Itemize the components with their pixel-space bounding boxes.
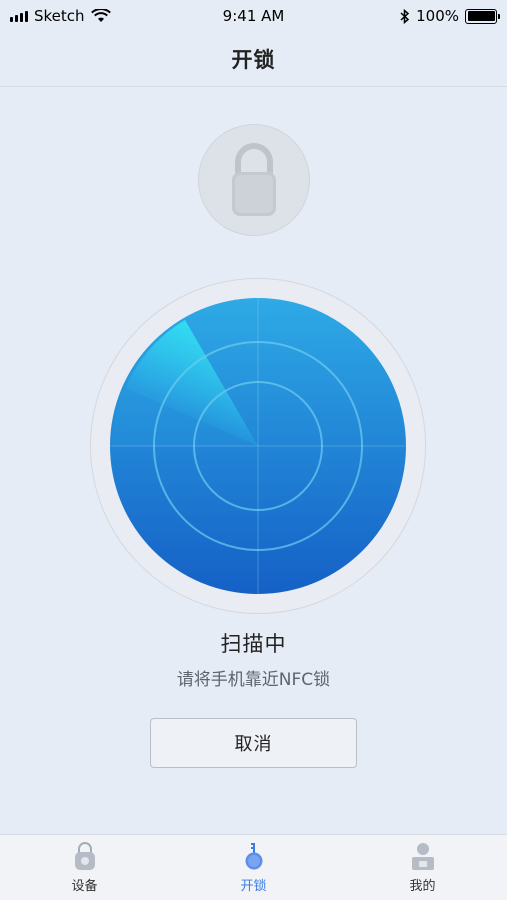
tab-bar: 设备 开锁 我的 — [0, 834, 507, 900]
tab-label: 开锁 — [240, 879, 267, 894]
user-icon — [411, 843, 434, 870]
key-icon — [245, 843, 262, 870]
carrier-label: Sketch — [34, 7, 85, 25]
wifi-icon — [90, 9, 111, 22]
status-bar: Sketch 9:41 AM 100% — [0, 0, 507, 32]
tab-label: 我的 — [409, 879, 436, 894]
nav-bar: 开锁 — [0, 32, 507, 87]
status-right: 100% — [400, 7, 500, 25]
tab-profile[interactable]: 我的 — [338, 835, 507, 900]
padlock-icon — [232, 143, 276, 216]
battery-label: 100% — [416, 7, 459, 25]
lock-badge — [198, 124, 310, 236]
signal-icon — [10, 10, 28, 22]
cancel-button[interactable]: 取消 — [150, 718, 357, 768]
bluetooth-icon — [400, 8, 410, 24]
scan-status-title: 扫描中 — [220, 632, 287, 656]
tab-label: 设备 — [71, 879, 98, 894]
scan-hint: 请将手机靠近NFC锁 — [176, 670, 331, 690]
radar-scanner — [110, 298, 406, 594]
status-left: Sketch — [10, 7, 111, 25]
tab-unlock[interactable]: 开锁 — [169, 835, 338, 900]
page-title: 开锁 — [231, 48, 276, 72]
lock-icon — [74, 842, 95, 870]
battery-icon — [465, 8, 500, 24]
tab-devices[interactable]: 设备 — [0, 835, 169, 900]
